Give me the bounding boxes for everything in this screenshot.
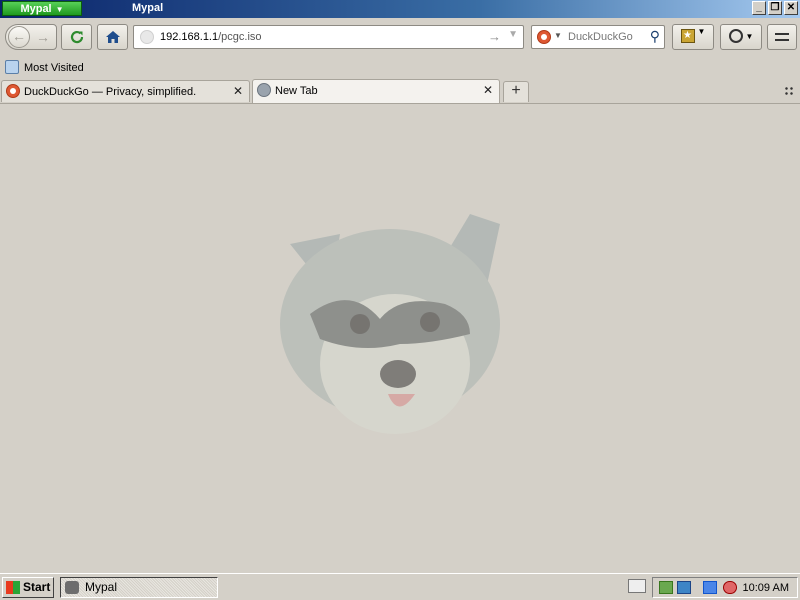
- window-controls: _ ❐ ✕: [752, 1, 798, 15]
- window-title: Mypal: [132, 2, 164, 14]
- close-tab-icon[interactable]: ✕: [233, 84, 243, 98]
- search-box[interactable]: ▼ DuckDuckGo ⚲: [531, 25, 665, 49]
- start-button[interactable]: Start: [2, 577, 54, 598]
- reload-icon: [70, 30, 83, 44]
- history-button[interactable]: ▼: [720, 24, 762, 50]
- back-icon: ←: [12, 28, 26, 44]
- tab-new-tab[interactable]: New Tab ✕: [252, 79, 500, 103]
- site-identity-icon: [140, 30, 154, 44]
- bookmark-label: Most Visited: [24, 62, 84, 74]
- duckduckgo-favicon-icon: [6, 84, 20, 98]
- update-icon[interactable]: [677, 581, 691, 594]
- close-tab-icon[interactable]: ✕: [483, 83, 493, 97]
- page-content: [0, 104, 800, 573]
- menu-icon: [775, 33, 789, 41]
- forward-icon: →: [36, 29, 50, 45]
- task-label: Mypal: [85, 580, 118, 594]
- reload-button[interactable]: [61, 24, 92, 50]
- minimize-button[interactable]: _: [752, 1, 766, 15]
- forward-button[interactable]: →: [34, 29, 52, 47]
- restore-button[interactable]: ❐: [768, 1, 782, 15]
- url-history-dropdown-icon[interactable]: ▼: [508, 29, 518, 40]
- home-icon: [105, 31, 120, 43]
- app-menu-button[interactable]: Mypal ▼: [2, 1, 82, 16]
- taskbar: Start Mypal 10:09 AM: [0, 573, 800, 600]
- chevron-down-icon: ▼: [697, 27, 706, 36]
- back-button[interactable]: ←: [8, 26, 30, 48]
- search-magnifier-icon[interactable]: ⚲: [650, 28, 660, 45]
- keyboard-layout-icon[interactable]: [628, 579, 646, 593]
- app-menu-label: Mypal: [20, 3, 52, 15]
- globe-icon: [257, 83, 271, 97]
- chevron-down-icon: ▼: [745, 32, 754, 41]
- tab-label: New Tab: [275, 85, 318, 97]
- tab-strip: DuckDuckGo — Privacy, simplified. ✕ New …: [0, 78, 800, 104]
- engine-dropdown-icon[interactable]: ▼: [554, 31, 562, 40]
- address-bar[interactable]: 192.168.1.1/pcgc.iso → ▼: [133, 25, 524, 49]
- url-path: /pcgc.iso: [218, 31, 262, 43]
- bookmarks-toolbar: Most Visited: [0, 58, 800, 78]
- search-placeholder: DuckDuckGo: [568, 31, 633, 43]
- list-all-tabs-icon[interactable]: [784, 86, 794, 96]
- new-tab-button[interactable]: +: [503, 81, 529, 102]
- plus-icon: +: [511, 82, 521, 99]
- mypal-app-icon: [65, 581, 79, 594]
- history-icon: [728, 29, 743, 43]
- folder-icon: [5, 60, 19, 74]
- start-label: Start: [23, 580, 51, 594]
- raccoon-logo-watermark: [280, 214, 500, 434]
- security-icon[interactable]: [659, 581, 673, 594]
- network-icon[interactable]: [703, 581, 717, 594]
- bookmarks-icon: ★: [680, 29, 695, 43]
- close-button[interactable]: ✕: [784, 1, 798, 15]
- home-button[interactable]: [97, 24, 128, 50]
- tab-label: DuckDuckGo — Privacy, simplified.: [24, 86, 197, 98]
- title-bar: Mypal ▼ Mypal _ ❐ ✕: [0, 0, 800, 18]
- taskbar-item-mypal[interactable]: Mypal: [60, 577, 218, 598]
- go-arrow-icon[interactable]: →: [488, 29, 501, 44]
- duckduckgo-engine-icon[interactable]: [537, 30, 551, 44]
- back-forward-group: ← →: [5, 24, 57, 50]
- windows-logo-icon: [6, 581, 20, 594]
- bookmarks-button[interactable]: ★ ▼: [672, 24, 714, 50]
- dropdown-arrow-icon: ▼: [55, 5, 64, 14]
- url-host: 192.168.1.1: [160, 31, 219, 43]
- menu-button[interactable]: [767, 24, 797, 50]
- tab-duckduckgo[interactable]: DuckDuckGo — Privacy, simplified. ✕: [1, 80, 250, 102]
- system-tray: 10:09 AM: [652, 577, 798, 598]
- navigation-toolbar: ← → 192.168.1.1/pcgc.iso → ▼ ▼ DuckDuckG…: [0, 18, 800, 58]
- clock[interactable]: 10:09 AM: [743, 582, 789, 594]
- volume-muted-icon[interactable]: [723, 581, 737, 594]
